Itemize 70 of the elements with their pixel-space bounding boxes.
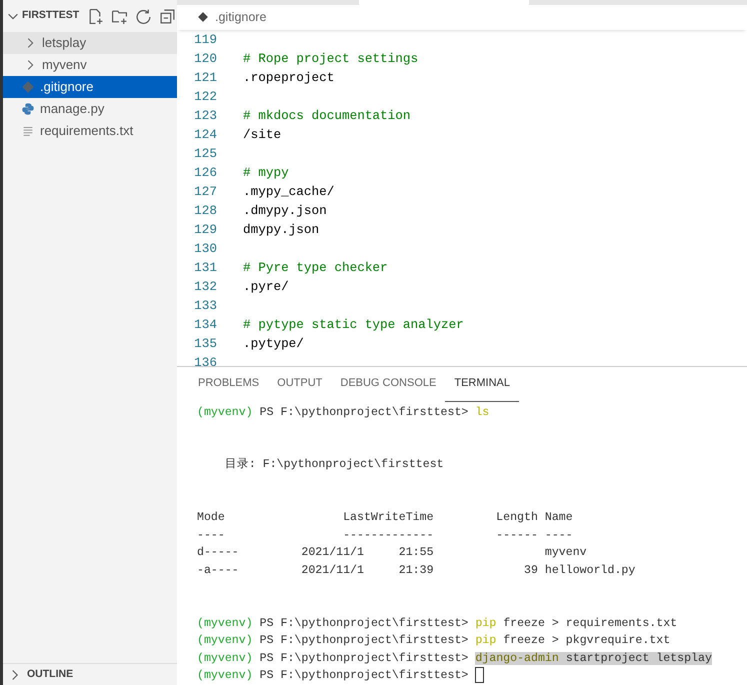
selected-command: django-admin startproject letsplay bbox=[475, 652, 712, 665]
file-tree-item[interactable]: letsplay bbox=[3, 32, 177, 54]
panel-tab[interactable]: PROBLEMS bbox=[189, 366, 268, 402]
line-number: 126 bbox=[193, 164, 217, 182]
line-number: 131 bbox=[193, 259, 217, 278]
panel-tab[interactable]: DEBUG CONSOLE bbox=[331, 366, 446, 402]
line-number: 132 bbox=[193, 278, 217, 296]
python-icon bbox=[21, 102, 35, 116]
diamond-icon bbox=[21, 80, 35, 94]
code-comment: # Pyre type checker bbox=[243, 259, 388, 278]
code-line: /site bbox=[243, 126, 282, 144]
terminal-output: d----- 2021/11/1 21:55 myvenv bbox=[197, 546, 587, 560]
terminal-prompt: PS F:\pythonproject\firsttest> bbox=[260, 634, 468, 648]
code-line: dmypy.json bbox=[243, 221, 320, 240]
terminal-env: (myvenv) bbox=[197, 616, 253, 630]
terminal-env: (myvenv) bbox=[197, 634, 253, 648]
terminal-env: (myvenv) bbox=[197, 652, 253, 665]
code-comment: # pytype static type analyzer bbox=[243, 316, 464, 334]
line-number: 134 bbox=[193, 316, 217, 334]
terminal-prompt: PS F:\pythonproject\firsttest> bbox=[260, 652, 468, 665]
code-comment: # Rope project settings bbox=[243, 50, 418, 68]
new-folder-icon[interactable] bbox=[111, 8, 128, 24]
line-number: 127 bbox=[193, 183, 217, 202]
code-line: .pyre/ bbox=[243, 278, 289, 296]
code-comment: # mypy bbox=[243, 164, 289, 182]
line-number: 121 bbox=[193, 69, 217, 88]
terminal-command: pip bbox=[475, 634, 496, 648]
line-number: 119 bbox=[193, 31, 217, 50]
terminal-prompt: PS F:\pythonproject\firsttest> bbox=[260, 616, 468, 630]
terminal-command: pip bbox=[475, 616, 496, 630]
explorer-title: FIRSTTEST bbox=[22, 8, 80, 24]
lines-icon bbox=[21, 124, 35, 138]
panel-tab[interactable]: OUTPUT bbox=[268, 366, 332, 402]
code-line: .dmypy.json bbox=[243, 202, 327, 220]
line-number: 130 bbox=[193, 240, 217, 258]
file-tree-item[interactable]: .gitignore bbox=[3, 76, 177, 98]
line-number: 120 bbox=[193, 50, 217, 68]
code-comment: # mkdocs documentation bbox=[243, 107, 411, 126]
line-number: 122 bbox=[193, 88, 217, 106]
code-line: .mypy_cache/ bbox=[243, 183, 334, 202]
file-tree-item[interactable]: myvenv bbox=[3, 54, 177, 76]
outline-section[interactable]: OUTLINE bbox=[3, 663, 177, 685]
command-args: freeze > requirements.txt bbox=[503, 616, 678, 630]
panel-tab[interactable]: TERMINAL bbox=[445, 366, 519, 402]
terminal-output: 目录: F:\pythonproject\firsttest bbox=[224, 458, 444, 472]
command-args: freeze > pkgvrequire.txt bbox=[503, 634, 670, 648]
terminal-output: -a---- 2021/11/1 21:39 39 helloworld.py bbox=[197, 564, 636, 577]
line-number: 133 bbox=[193, 297, 217, 316]
terminal-env: (myvenv) bbox=[197, 406, 253, 418]
terminal-output: ---- ------------- ------ ---- bbox=[197, 528, 573, 542]
code-line: .pytype/ bbox=[243, 335, 304, 354]
file-tree-item[interactable]: manage.py bbox=[3, 98, 177, 120]
new-file-icon[interactable] bbox=[87, 8, 104, 24]
line-number: 124 bbox=[193, 126, 217, 144]
terminal-output: Mode LastWriteTime Length Name bbox=[197, 511, 573, 524]
line-number: 125 bbox=[193, 145, 217, 164]
line-number: 123 bbox=[193, 107, 217, 126]
line-number: 129 bbox=[193, 221, 217, 240]
terminal-env: (myvenv) bbox=[197, 669, 253, 682]
file-name: .gitignore bbox=[215, 9, 266, 26]
collapse-all-icon[interactable] bbox=[158, 8, 176, 24]
refresh-icon[interactable] bbox=[135, 8, 152, 24]
terminal-prompt: PS F:\pythonproject\firsttest> bbox=[260, 406, 468, 418]
terminal-prompt: PS F:\pythonproject\firsttest> bbox=[260, 669, 468, 682]
line-number: 128 bbox=[193, 202, 217, 220]
line-number: 135 bbox=[193, 335, 217, 354]
file-tree-item[interactable]: requirements.txt bbox=[3, 120, 177, 142]
code-line: .ropeproject bbox=[243, 69, 334, 88]
diamond-icon bbox=[197, 11, 209, 24]
terminal-command: ls bbox=[475, 406, 490, 418]
